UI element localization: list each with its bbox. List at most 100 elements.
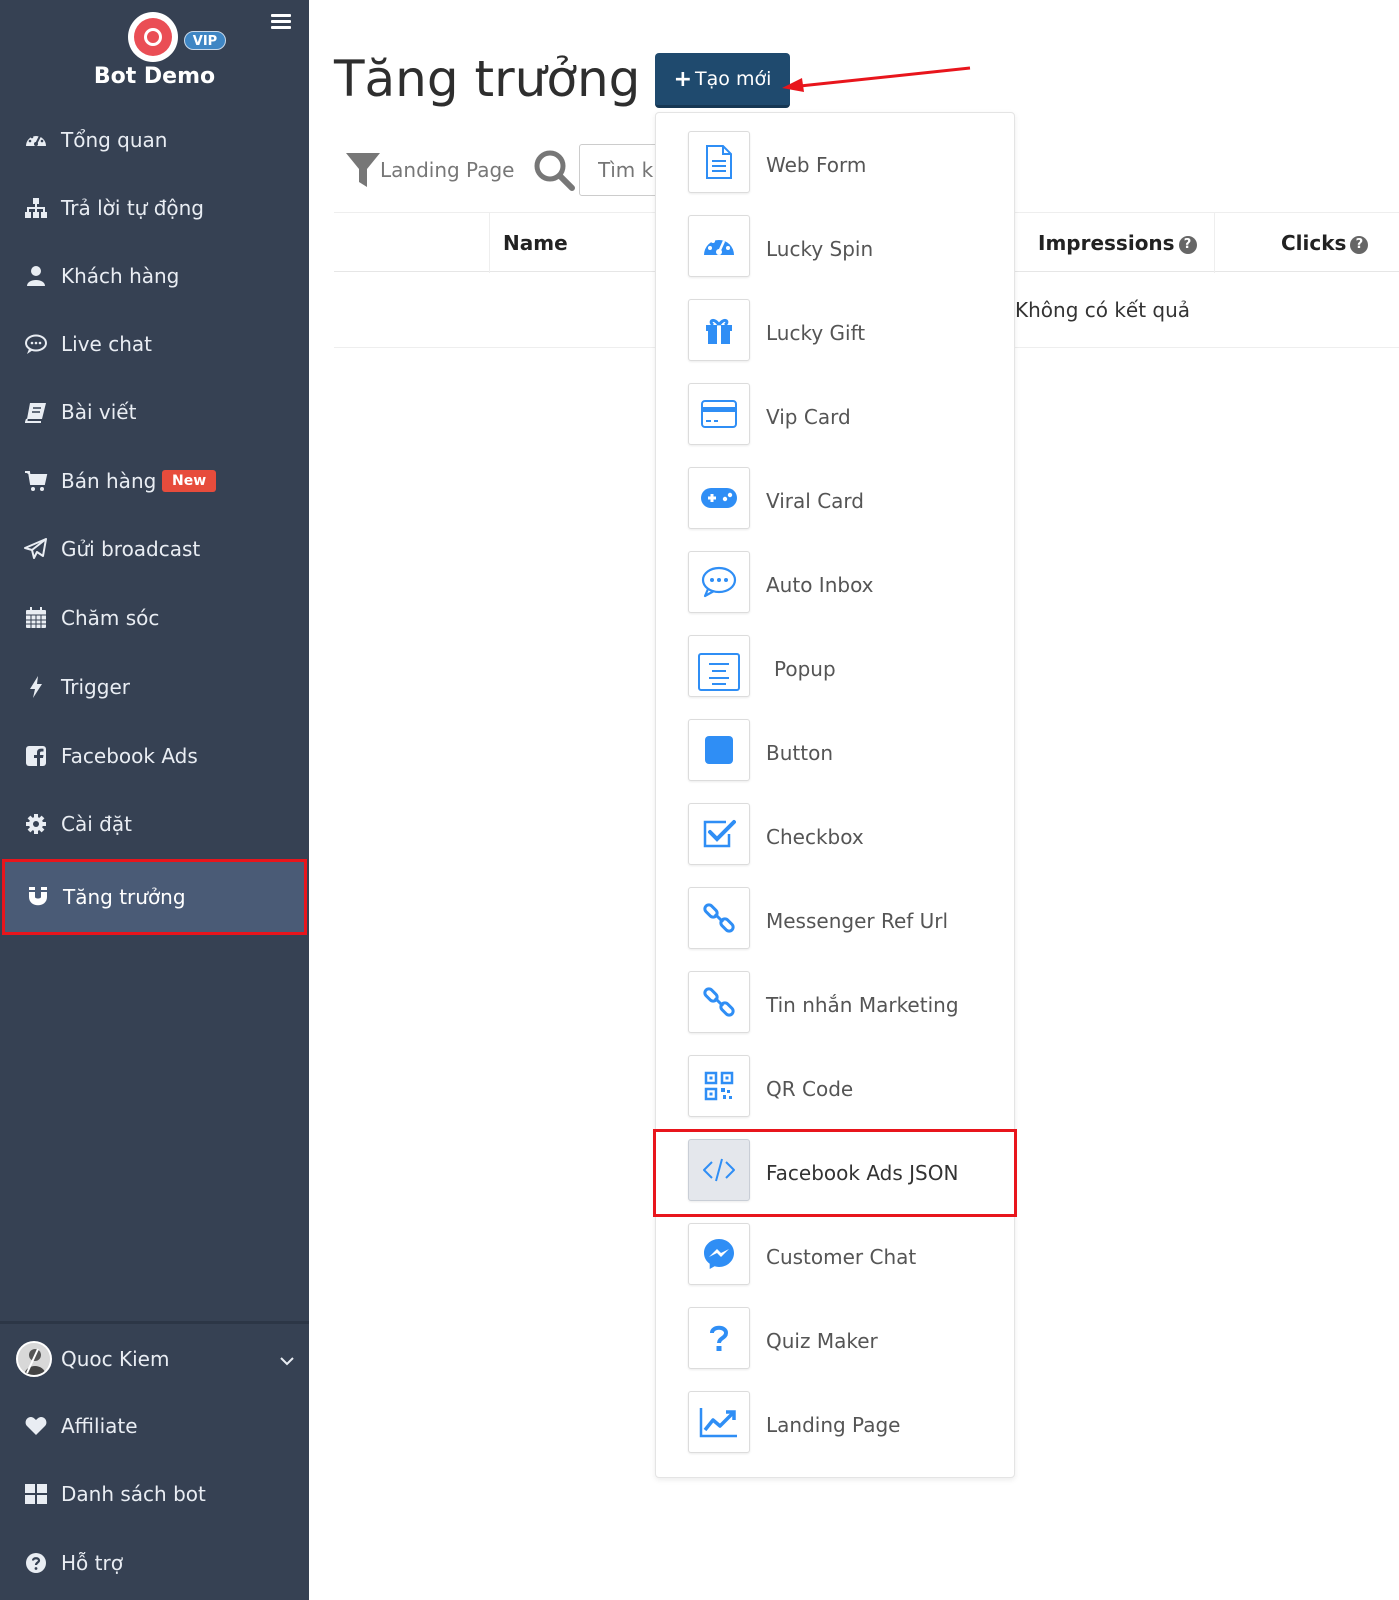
- user-name: Quoc Kiem: [61, 1347, 170, 1371]
- user-icon: [24, 264, 48, 288]
- avatar: [16, 1341, 52, 1377]
- sidebar-item-posts[interactable]: Bài viết: [0, 382, 309, 442]
- gauge-icon: [688, 215, 750, 277]
- file-icon: [688, 131, 750, 193]
- dropdown-item-quiz-maker[interactable]: Quiz Maker: [656, 1289, 1014, 1373]
- checkbox-icon: [688, 803, 750, 865]
- dropdown-item-vip-card[interactable]: Vip Card: [656, 365, 1014, 449]
- dropdown-item-lucky-gift[interactable]: Lucky Gift: [656, 281, 1014, 365]
- dashboard-icon: [24, 128, 48, 152]
- sidebar-item-label: Trigger: [61, 675, 130, 699]
- sidebar-item-label: Facebook Ads: [61, 744, 198, 768]
- cart-icon: [24, 469, 48, 493]
- sidebar-item-live-chat[interactable]: Live chat: [0, 314, 309, 374]
- sidebar-item-care[interactable]: Chăm sóc: [0, 588, 309, 648]
- sidebar-user-menu[interactable]: Quoc Kiem: [0, 1329, 309, 1389]
- sidebar-item-label: Hỗ trợ: [61, 1551, 123, 1575]
- plus-icon: +: [673, 66, 693, 92]
- help-icon[interactable]: ?: [1178, 236, 1197, 254]
- sidebar-item-label: Danh sách bot: [61, 1482, 206, 1506]
- bot-name: Bot Demo: [93, 64, 216, 89]
- bolt-icon: [24, 675, 48, 699]
- sidebar-item-affiliate[interactable]: Affiliate: [0, 1396, 309, 1456]
- dropdown-item-label: Viral Card: [766, 489, 864, 513]
- create-new-dropdown: Web Form Lucky Spin Lucky Gift Vip Card …: [655, 112, 1015, 1478]
- sidebar-item-overview[interactable]: Tổng quan: [0, 110, 309, 170]
- dropdown-item-label: Landing Page: [766, 1413, 901, 1437]
- question-icon: [688, 1307, 750, 1369]
- calendar-icon: [24, 606, 48, 630]
- dropdown-item-button[interactable]: Button: [656, 701, 1014, 785]
- dropdown-item-web-form[interactable]: Web Form: [656, 113, 1014, 197]
- search-icon[interactable]: [532, 148, 576, 196]
- sidebar-item-label: Tổng quan: [61, 128, 168, 152]
- book-icon: [24, 400, 48, 424]
- dropdown-item-landing-page[interactable]: Landing Page: [656, 1373, 1014, 1457]
- brand: VIP Bot Demo: [0, 0, 309, 100]
- sidebar-item-label: Bài viết: [61, 400, 137, 424]
- dropdown-item-marketing-message[interactable]: Tin nhắn Marketing: [656, 953, 1014, 1037]
- filter-label[interactable]: Landing Page: [380, 158, 514, 182]
- dropdown-item-label: QR Code: [766, 1077, 854, 1101]
- sidebar-item-customers[interactable]: Khách hàng: [0, 246, 309, 306]
- dropdown-item-messenger-ref-url[interactable]: Messenger Ref Url: [656, 869, 1014, 953]
- sidebar-item-bot-list[interactable]: Danh sách bot: [0, 1464, 309, 1524]
- column-clicks[interactable]: Clicks?: [1281, 231, 1369, 255]
- link-icon: [688, 887, 750, 949]
- dropdown-item-label: Quiz Maker: [766, 1329, 878, 1353]
- chevron-down-icon: [280, 1347, 294, 1371]
- dropdown-item-label: Messenger Ref Url: [766, 909, 949, 933]
- dropdown-item-checkbox[interactable]: Checkbox: [656, 785, 1014, 869]
- sidebar-item-label: Tăng trưởng: [63, 885, 186, 909]
- column-separator: [489, 213, 490, 273]
- dropdown-item-label: Customer Chat: [766, 1245, 917, 1269]
- sidebar-item-label: Chăm sóc: [61, 606, 160, 630]
- empty-state-text: Không có kết quả: [1015, 298, 1191, 322]
- dropdown-item-auto-inbox[interactable]: Auto Inbox: [656, 533, 1014, 617]
- dropdown-item-label: Popup: [774, 657, 836, 681]
- dropdown-item-label: Auto Inbox: [766, 573, 874, 597]
- help-icon[interactable]: ?: [1350, 236, 1369, 254]
- sidebar-item-facebook-ads[interactable]: Facebook Ads: [0, 726, 309, 786]
- dropdown-item-qr-code[interactable]: QR Code: [656, 1037, 1014, 1121]
- gear-icon: [24, 812, 48, 836]
- annotation-arrow-icon: [782, 66, 971, 92]
- sidebar-item-broadcast[interactable]: Gửi broadcast: [0, 519, 309, 579]
- dropdown-item-label: Button: [766, 741, 833, 765]
- sidebar-item-growth[interactable]: Tăng trưởng: [2, 859, 307, 935]
- dropdown-item-label: Lucky Spin: [766, 237, 874, 261]
- comment-dots-icon: [688, 551, 750, 613]
- vip-badge: VIP: [184, 31, 226, 50]
- menu-toggle-icon[interactable]: [271, 14, 291, 30]
- dropdown-item-label: Web Form: [766, 153, 867, 177]
- column-impressions[interactable]: Impressions?: [1038, 231, 1197, 255]
- dropdown-item-viral-card[interactable]: Viral Card: [656, 449, 1014, 533]
- column-name[interactable]: Name: [503, 231, 568, 255]
- sidebar-item-sales[interactable]: Bán hàng New: [0, 451, 309, 511]
- sidebar-item-auto-reply[interactable]: Trả lời tự động: [0, 178, 309, 238]
- dropdown-item-lucky-spin[interactable]: Lucky Spin: [656, 197, 1014, 281]
- sidebar-item-trigger[interactable]: Trigger: [0, 657, 309, 717]
- column-clicks-label: Clicks: [1281, 231, 1347, 255]
- square-icon: [688, 719, 750, 781]
- sidebar-item-label: Trả lời tự động: [61, 196, 204, 220]
- dropdown-item-label: Tin nhắn Marketing: [766, 993, 959, 1017]
- sidebar-item-support[interactable]: Hỗ trợ: [0, 1533, 309, 1593]
- gift-icon: [688, 299, 750, 361]
- chat-icon: [24, 332, 48, 356]
- annotation-highlight-box: [653, 1129, 1017, 1217]
- bot-logo-icon[interactable]: [128, 12, 178, 62]
- dropdown-item-popup[interactable]: Popup: [656, 617, 1014, 701]
- new-badge: New: [162, 470, 217, 492]
- create-new-button[interactable]: + Tạo mới: [655, 53, 790, 108]
- dropdown-item-customer-chat[interactable]: Customer Chat: [656, 1205, 1014, 1289]
- page-title: Tăng trưởng: [334, 50, 641, 108]
- sidebar-item-label: Bán hàng: [61, 469, 157, 493]
- dropdown-item-label: Vip Card: [766, 405, 851, 429]
- grid-icon: [24, 1482, 48, 1506]
- filter-icon[interactable]: [345, 152, 381, 194]
- dropdown-item-label: Checkbox: [766, 825, 864, 849]
- paper-plane-icon: [24, 537, 48, 561]
- dropdown-item-label: Lucky Gift: [766, 321, 866, 345]
- sidebar-item-settings[interactable]: Cài đặt: [0, 794, 309, 854]
